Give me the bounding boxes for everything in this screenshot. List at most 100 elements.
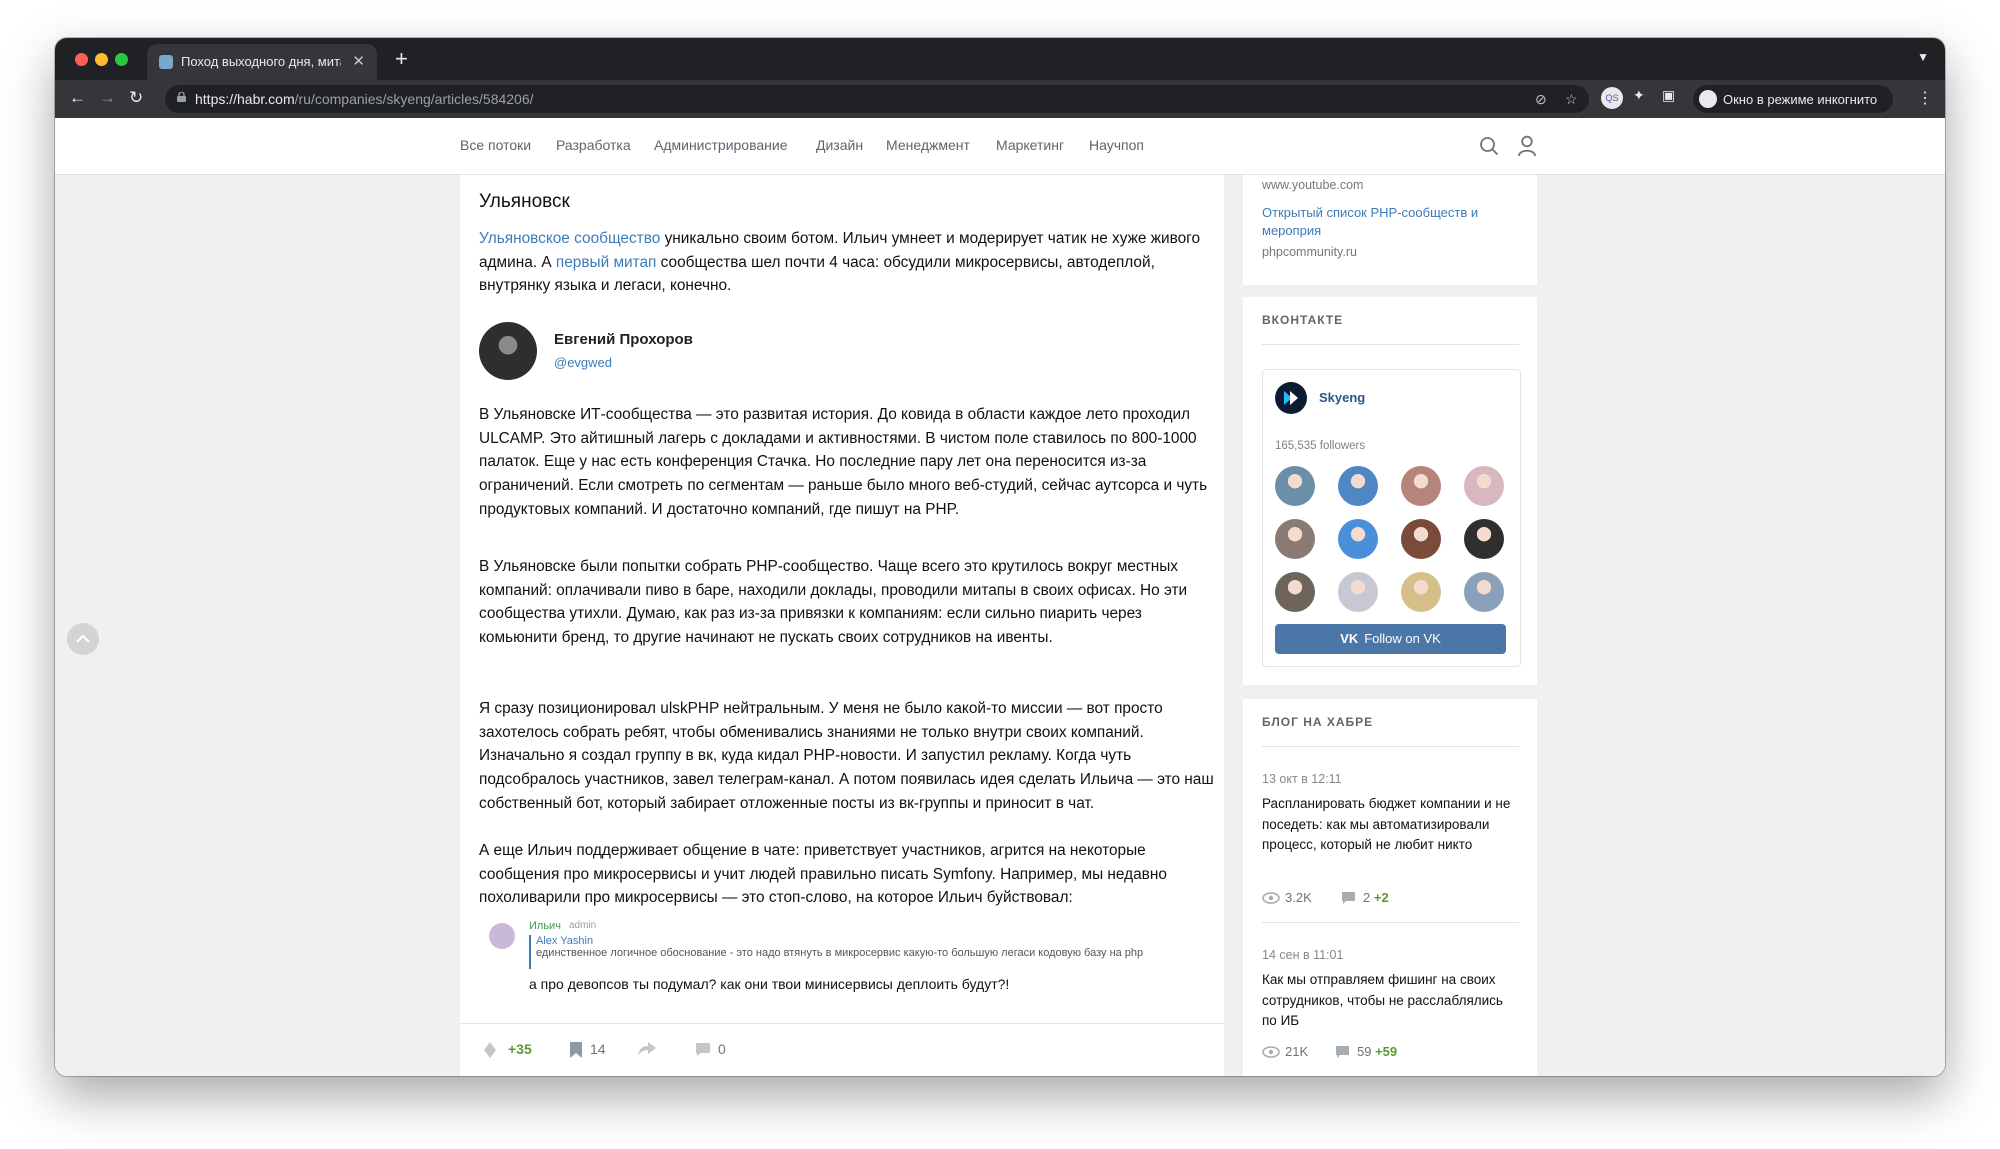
nav-development[interactable]: Разработка xyxy=(556,137,631,153)
vk-section-title: ВКОНТАКТЕ xyxy=(1262,313,1344,327)
browser-window: Поход выходного дня, митап ✕ + ▼ ← → ↻ h… xyxy=(55,38,1945,1076)
close-window-button[interactable] xyxy=(75,53,88,66)
nav-all-streams[interactable]: Все потоки xyxy=(460,137,531,153)
vote-icon[interactable] xyxy=(484,1042,496,1058)
paragraph: А еще Ильич поддерживает общение в чате:… xyxy=(479,842,1167,907)
nav-management[interactable]: Менеджмент xyxy=(886,137,970,153)
vote-count: +35 xyxy=(508,1041,532,1057)
chat-screenshot: Ильич admin Alex Yashin единственное лог… xyxy=(479,917,1209,999)
tab-search-chevron-icon[interactable]: ▼ xyxy=(1917,50,1929,64)
quote-author: Alex Yashin xyxy=(536,935,594,947)
follow-on-vk-button[interactable]: VK Follow on VK xyxy=(1275,624,1506,654)
first-meetup-link[interactable]: первый митап xyxy=(556,254,657,271)
maximize-window-button[interactable] xyxy=(115,53,128,66)
quote-text: единственное логичное обоснование - это … xyxy=(536,947,1144,959)
author-avatar[interactable] xyxy=(479,322,537,380)
nav-popsci[interactable]: Научпоп xyxy=(1089,137,1144,153)
vk-follower-avatar[interactable] xyxy=(1464,466,1504,506)
browser-toolbar: ← → ↻ https://habr.com/ru/companies/skye… xyxy=(55,80,1945,118)
incognito-icon xyxy=(1699,90,1717,108)
new-tab-button[interactable]: + xyxy=(395,46,408,72)
paragraph: В Ульяновске были попытки собрать PHP-со… xyxy=(479,558,1188,647)
skyeng-logo-icon[interactable] xyxy=(1275,382,1307,414)
company-blog-block: БЛОГ НА ХАБРЕ 13 окт в 12:11 Распланиров… xyxy=(1243,699,1537,1076)
paragraph: Я сразу позиционировал ulskPHP нейтральн… xyxy=(479,700,1214,812)
post-comments: 2 +2 xyxy=(1363,890,1389,905)
vk-follower-avatar[interactable] xyxy=(1275,466,1315,506)
page-viewport: Все потоки Разработка Администрирование … xyxy=(55,118,1945,1076)
vk-follower-avatar[interactable] xyxy=(1275,572,1315,612)
php-communities-domain: phpcommunity.ru xyxy=(1262,245,1357,259)
lock-icon xyxy=(177,92,186,102)
url-host: https://habr.com xyxy=(195,91,295,107)
side-panel-icon[interactable]: ▣ xyxy=(1662,87,1675,104)
blog-section-title: БЛОГ НА ХАБРЕ xyxy=(1262,715,1374,729)
post-title-link[interactable]: Как мы отправляем фишинг на своих сотруд… xyxy=(1262,970,1512,1032)
bookmark-icon[interactable] xyxy=(570,1042,582,1058)
article-body: Ульяновск Ульяновское сообщество уникаль… xyxy=(460,175,1224,1076)
forward-arrow-icon[interactable]: → xyxy=(99,88,116,108)
php-communities-link[interactable]: Открытый список PHP-сообществ и мероприя xyxy=(1262,204,1512,240)
share-icon[interactable] xyxy=(638,1042,656,1056)
chat-author-name: Ильич xyxy=(529,920,561,932)
scroll-to-top-button[interactable] xyxy=(67,623,99,655)
views-eye-icon xyxy=(1262,892,1280,904)
vk-follower-avatar[interactable] xyxy=(1275,519,1315,559)
reload-icon[interactable]: ↻ xyxy=(129,88,143,108)
article-footer: +35 14 0 xyxy=(460,1023,1224,1076)
url-text: https://habr.com/ru/companies/skyeng/art… xyxy=(195,91,534,107)
nav-design[interactable]: Дизайн xyxy=(816,137,863,153)
post-views: 3.2K xyxy=(1285,890,1312,905)
url-path: /ru/companies/skyeng/articles/584206/ xyxy=(294,91,534,107)
vk-widget-block: ВКОНТАКТЕ Skyeng 165,535 followers VK Fol… xyxy=(1243,297,1537,685)
youtube-domain: www.youtube.com xyxy=(1262,178,1364,192)
vk-logo-icon: VK xyxy=(1340,631,1359,646)
eye-slash-icon[interactable]: ⊘ xyxy=(1535,91,1547,108)
post-title-link[interactable]: Распланировать бюджет компании и не посе… xyxy=(1262,794,1512,856)
nav-marketing[interactable]: Маркетинг xyxy=(996,137,1064,153)
vk-followers-count: 165,535 followers xyxy=(1275,440,1366,452)
comments-icon[interactable] xyxy=(1341,891,1356,905)
close-tab-icon[interactable]: ✕ xyxy=(352,52,365,70)
comments-icon[interactable] xyxy=(1335,1045,1350,1059)
vk-follower-avatar[interactable] xyxy=(1464,572,1504,612)
profile-extension-badge[interactable]: QS xyxy=(1601,87,1623,109)
extensions-puzzle-icon[interactable]: ✦ xyxy=(1633,87,1645,104)
search-icon[interactable] xyxy=(1479,136,1499,156)
tab-strip: Поход выходного дня, митап ✕ + ▼ xyxy=(55,38,1945,80)
comments-new: +59 xyxy=(1375,1044,1398,1059)
vk-follower-avatar[interactable] xyxy=(1464,519,1504,559)
chevron-up-icon xyxy=(76,634,90,643)
comments-count: 59 xyxy=(1357,1044,1372,1059)
address-bar[interactable]: https://habr.com/ru/companies/skyeng/art… xyxy=(165,85,1589,113)
vk-group-card: Skyeng 165,535 followers VK Follow on VK xyxy=(1262,369,1521,667)
paragraph: В Ульяновске ИТ-сообщества — это развита… xyxy=(479,406,1208,518)
ulyanovsk-community-link[interactable]: Ульяновское сообщество xyxy=(479,230,660,247)
comments-new: +2 xyxy=(1373,890,1389,905)
vk-follower-avatar[interactable] xyxy=(1401,572,1441,612)
nav-administration[interactable]: Администрирование xyxy=(654,137,788,153)
vk-follower-avatar[interactable] xyxy=(1338,572,1378,612)
browser-menu-icon[interactable]: ⋮ xyxy=(1917,88,1933,108)
vk-follower-avatar[interactable] xyxy=(1338,519,1378,559)
user-profile-icon[interactable] xyxy=(1517,135,1537,157)
vk-group-name[interactable]: Skyeng xyxy=(1319,390,1365,405)
chat-author-role: admin xyxy=(569,920,597,931)
back-arrow-icon[interactable]: ← xyxy=(69,88,86,108)
incognito-indicator[interactable]: Окно в режиме инкогнито xyxy=(1693,85,1893,113)
bookmark-star-icon[interactable]: ☆ xyxy=(1565,91,1578,108)
author-nick-link[interactable]: @evgwed xyxy=(554,355,612,370)
vk-follower-avatar[interactable] xyxy=(1401,466,1441,506)
browser-tab[interactable]: Поход выходного дня, митап ✕ xyxy=(147,44,377,80)
post-comments: 59 +59 xyxy=(1357,1044,1397,1059)
vk-follower-avatar[interactable] xyxy=(1338,466,1378,506)
vk-follower-avatar[interactable] xyxy=(1401,519,1441,559)
tab-title: Поход выходного дня, митап xyxy=(181,54,341,69)
comments-icon[interactable] xyxy=(695,1042,711,1057)
habr-site-nav: Все потоки Разработка Администрирование … xyxy=(55,118,1945,175)
minimize-window-button[interactable] xyxy=(95,53,108,66)
views-eye-icon xyxy=(1262,1046,1280,1058)
skyeng-play-icon xyxy=(1284,391,1298,405)
divider xyxy=(1262,344,1519,345)
post-views: 21K xyxy=(1285,1044,1309,1059)
